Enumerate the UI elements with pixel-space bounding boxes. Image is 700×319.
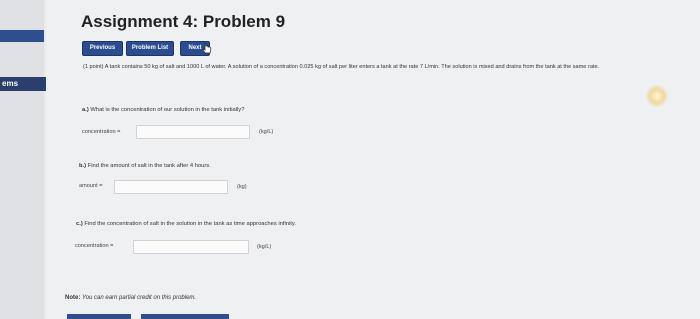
question-a: a.) What is the concentration of our sol… [82, 107, 244, 113]
unit-label: (kg) [237, 184, 247, 190]
question-text: What is the concentration of our solutio… [90, 107, 245, 113]
page-title: Assignment 4: Problem 9 [81, 12, 286, 31]
main-content: Assignment 4: Problem 9 Previous Problem… [46, 0, 700, 319]
amount-input[interactable] [114, 180, 228, 194]
field-label: amount = [79, 183, 103, 189]
left-sidebar [0, 0, 44, 319]
sidebar-item-label: ems [2, 79, 19, 88]
note-label: Note: [65, 295, 81, 301]
note: Note: You can earn partial credit on thi… [65, 295, 196, 301]
question-b: b.) Find the amount of salt in the tank … [79, 163, 211, 169]
unit-label: (kg/L) [257, 244, 272, 250]
previous-button[interactable]: Previous [82, 41, 123, 56]
question-letter: a.) [82, 107, 89, 113]
concentration-limit-input[interactable] [133, 240, 249, 254]
light-glare [646, 85, 668, 107]
question-text: Find the concentration of salt in the so… [84, 221, 296, 227]
question-text: Find the amount of salt in the tank afte… [87, 163, 211, 169]
field-label: concentration = [82, 129, 121, 135]
unit-label: (kg/L) [259, 129, 274, 135]
sidebar-item-ems[interactable]: ems [0, 77, 46, 91]
concentration-initial-input[interactable] [136, 125, 250, 139]
problem-statement: (1 point) A tank contains 50 kg of salt … [83, 64, 600, 70]
bottom-button-1[interactable] [67, 314, 131, 319]
sidebar-item-top[interactable] [0, 30, 44, 42]
field-label: concentration = [75, 243, 114, 249]
bottom-button-2[interactable] [141, 314, 229, 319]
problem-list-button[interactable]: Problem List [126, 41, 174, 56]
question-c: c.) Find the concentration of salt in th… [76, 221, 296, 227]
question-letter: b.) [79, 163, 87, 169]
note-text: You can earn partial credit on this prob… [82, 295, 197, 301]
question-letter: c.) [76, 221, 83, 227]
hand-cursor-icon [202, 43, 212, 54]
